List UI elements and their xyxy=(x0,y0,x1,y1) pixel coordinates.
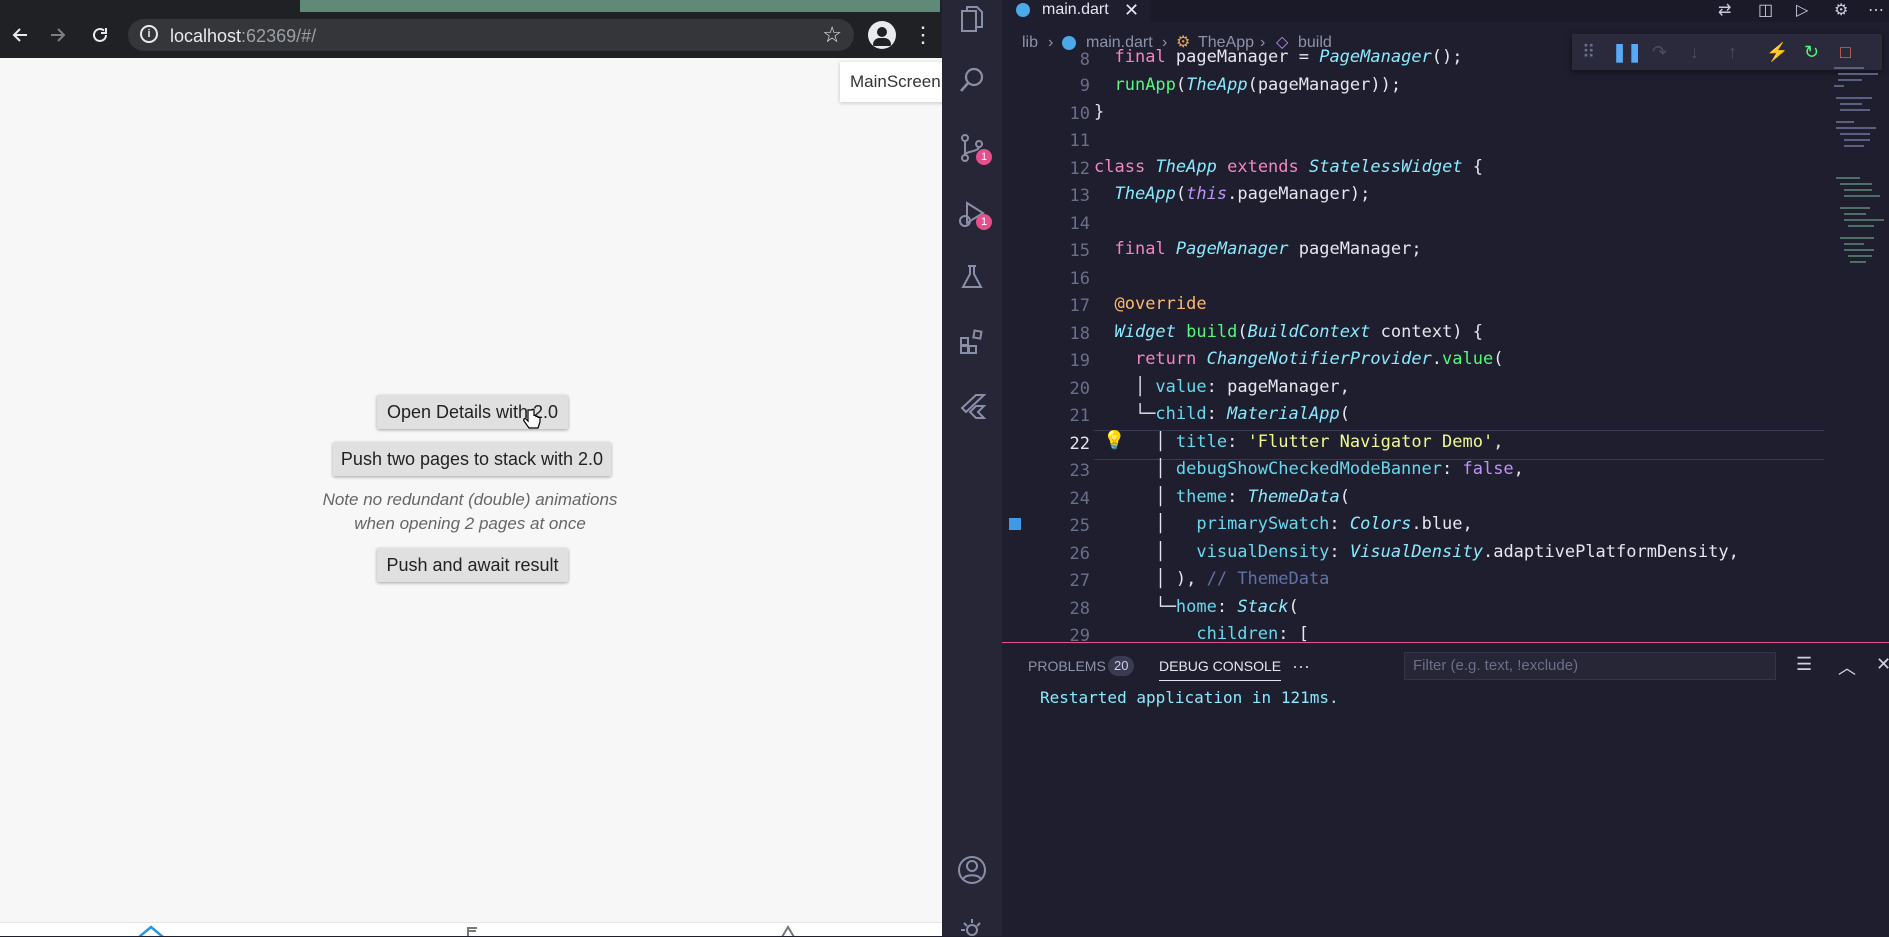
code-line: return ChangeNotifierProvider.value( xyxy=(1134,349,1504,369)
nav-item-icon[interactable] xyxy=(462,925,482,936)
line-number: 10 xyxy=(1069,104,1090,124)
source-control-badge: 1 xyxy=(976,149,992,165)
bottom-navigation-bar xyxy=(0,922,942,936)
testing-icon[interactable] xyxy=(942,257,1002,297)
line-number: 14 xyxy=(1069,214,1090,234)
code-line: runApp(TheApp(pageManager)); xyxy=(1114,75,1402,95)
line-number: 28 xyxy=(1069,599,1090,619)
note-line-1: Note no redundant (double) animations xyxy=(322,490,618,509)
code-editor[interactable]: final pageManager = PageManager(); runAp… xyxy=(1094,48,1824,642)
code-line: └─home: Stack( xyxy=(1094,597,1299,617)
code-line: final pageManager = PageManager(); xyxy=(1114,48,1463,67)
line-number: 8 xyxy=(1079,50,1090,70)
code-line: final PageManager pageManager; xyxy=(1114,239,1422,259)
code-line: @override xyxy=(1114,294,1207,314)
flutter-icon[interactable] xyxy=(942,386,1002,426)
forward-icon[interactable] xyxy=(40,12,76,58)
line-number-gutter: 8 9 10 11 12 13 14 15 16 17 18 19 20 21 … xyxy=(1002,48,1125,646)
push-two-pages-button[interactable]: Push two pages to stack with 2.0 xyxy=(333,442,611,476)
line-number: 27 xyxy=(1069,571,1090,591)
debug-run-icon[interactable]: ⚙ xyxy=(1834,0,1848,20)
breakpoint-marker[interactable] xyxy=(1009,518,1021,530)
line-number: 13 xyxy=(1069,186,1090,206)
tooltip: MainScreen xyxy=(840,62,942,102)
close-icon[interactable]: ✕ xyxy=(1124,0,1139,20)
browser-active-tab[interactable] xyxy=(300,0,940,12)
line-number: 17 xyxy=(1069,296,1090,316)
line-number: 19 xyxy=(1069,351,1090,371)
tab-main-dart[interactable]: main.dart ✕ xyxy=(1002,0,1150,22)
run-debug-icon[interactable] xyxy=(942,194,1002,234)
editor-actions: ⇄ ◫ ▷ ⚙ ⋯ xyxy=(1718,0,1888,22)
minimap[interactable] xyxy=(1830,48,1889,268)
chevron-up-icon[interactable]: ︿ xyxy=(1838,654,1856,680)
code-line: │ ), // ThemeData xyxy=(1094,569,1330,589)
home-nav-icon[interactable] xyxy=(136,925,166,936)
extensions-icon[interactable] xyxy=(942,322,1002,362)
account-icon[interactable] xyxy=(942,850,1002,890)
hand-cursor-icon xyxy=(522,408,542,437)
address-bar[interactable]: i localhost:62369/#/ ☆ xyxy=(128,19,854,51)
nav-item-icon[interactable] xyxy=(778,925,798,936)
console-filter-input[interactable]: Filter (e.g. text, !exclude) xyxy=(1404,652,1776,680)
line-number: 9 xyxy=(1079,76,1090,96)
code-line: │ value: pageManager, xyxy=(1094,377,1350,397)
code-line: TheApp(this.pageManager); xyxy=(1114,184,1371,204)
line-number: 20 xyxy=(1069,379,1090,399)
list-icon[interactable]: ☰ xyxy=(1796,654,1812,675)
tab-label: main.dart xyxy=(1042,1,1109,18)
line-number: 18 xyxy=(1069,324,1090,344)
source-control-icon[interactable] xyxy=(942,128,1002,168)
code-line: } xyxy=(1094,102,1105,122)
settings-icon[interactable] xyxy=(942,916,1002,936)
push-await-button[interactable]: Push and await result xyxy=(377,548,568,582)
dart-file-icon xyxy=(1016,3,1030,17)
info-icon[interactable]: i xyxy=(140,25,158,43)
code-line: │ primarySwatch: Colors.blue, xyxy=(1094,514,1473,534)
line-number: 26 xyxy=(1069,544,1090,564)
code-line: children: [ xyxy=(1196,624,1309,642)
current-line-number: 22 xyxy=(1069,434,1090,454)
more-actions-icon[interactable]: ⋯ xyxy=(1868,0,1884,20)
close-panel-icon[interactable]: ✕ xyxy=(1876,654,1889,675)
tab-debug-console[interactable]: DEBUG CONSOLE xyxy=(1159,652,1282,681)
more-icon[interactable]: ··· xyxy=(1292,652,1310,680)
code-line: │ title: 'Flutter Navigator Demo', xyxy=(1094,432,1504,452)
browser-window: i localhost:62369/#/ ☆ ⋮ MainScreen Open… xyxy=(0,0,942,936)
code-line: │ theme: ThemeData( xyxy=(1094,487,1350,507)
note-line-2: when opening 2 pages at once xyxy=(354,514,586,533)
line-number: 25 xyxy=(1069,516,1090,536)
console-output: Restarted application in 121ms. xyxy=(1040,688,1339,707)
split-editor-icon[interactable]: ◫ xyxy=(1758,0,1773,20)
url-text[interactable]: localhost:62369/#/ xyxy=(170,26,316,47)
note-text: Note no redundant (double) animations wh… xyxy=(310,488,630,536)
run-icon[interactable]: ▷ xyxy=(1796,0,1808,20)
back-icon[interactable] xyxy=(2,12,38,58)
profile-icon[interactable] xyxy=(868,21,896,49)
code-line: │ debugShowCheckedModeBanner: false, xyxy=(1094,459,1524,479)
line-number: 21 xyxy=(1069,406,1090,426)
run-debug-badge: 1 xyxy=(976,214,992,230)
line-number: 12 xyxy=(1069,159,1090,179)
line-number: 16 xyxy=(1069,269,1090,289)
line-number: 24 xyxy=(1069,489,1090,509)
star-icon[interactable]: ☆ xyxy=(822,22,842,48)
compare-icon[interactable]: ⇄ xyxy=(1718,0,1731,20)
code-line: Widget build(BuildContext context) { xyxy=(1114,322,1484,342)
search-icon[interactable] xyxy=(942,60,1002,100)
code-line: class TheApp extends StatelessWidget { xyxy=(1094,157,1484,177)
line-number: 23 xyxy=(1069,461,1090,481)
code-line: └─child: MaterialApp( xyxy=(1094,404,1350,424)
reload-icon[interactable] xyxy=(82,12,118,58)
problems-count-badge: 20 xyxy=(1108,656,1135,676)
tab-problems[interactable]: PROBLEMS xyxy=(1028,652,1106,680)
kebab-icon[interactable]: ⋮ xyxy=(912,22,934,48)
line-number: 15 xyxy=(1069,241,1090,261)
line-number: 11 xyxy=(1069,131,1090,151)
explorer-icon[interactable] xyxy=(942,0,1002,40)
code-line: │ visualDensity: VisualDensity.adaptiveP… xyxy=(1094,542,1739,562)
